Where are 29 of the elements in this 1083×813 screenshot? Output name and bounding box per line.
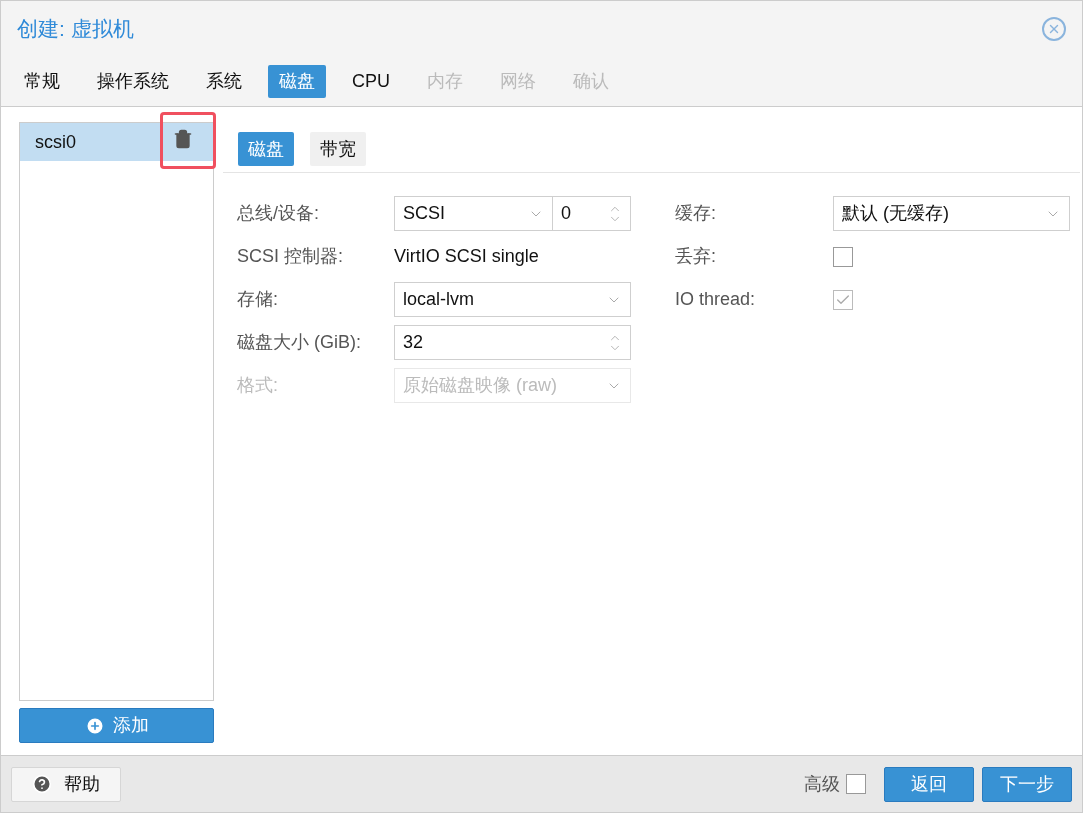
select-field[interactable]: 默认 (无缓存): [833, 196, 1070, 231]
field-label: IO thread:: [675, 288, 757, 311]
checkbox[interactable]: [833, 246, 853, 267]
field-label: SCSI 控制器:: [237, 245, 344, 268]
wizard-tab[interactable]: 系统: [195, 64, 253, 98]
field-label: 缓存:: [675, 202, 717, 225]
field-label: 总线/设备:: [237, 202, 320, 225]
advanced-checkbox[interactable]: [846, 774, 866, 794]
sub-tab[interactable]: 带宽: [310, 132, 366, 166]
wizard-tab[interactable]: CPU: [341, 64, 401, 98]
delete-icon[interactable]: [173, 129, 193, 149]
help-button[interactable]: 帮助: [11, 766, 121, 802]
bus-select[interactable]: SCSI: [394, 196, 553, 231]
field-label: 磁盘大小 (GiB):: [237, 331, 362, 354]
wizard-tab[interactable]: 操作系统: [86, 64, 180, 98]
device-number-field[interactable]: 0: [553, 196, 631, 231]
plus-icon: [84, 715, 105, 736]
field-label: 格式:: [237, 374, 279, 397]
advanced-label: 高级: [804, 772, 840, 796]
select-field[interactable]: local-lvm: [394, 282, 631, 317]
field-value: VirtIO SCSI single: [394, 245, 539, 268]
disk-list-item[interactable]: scsi0: [20, 123, 213, 161]
close-icon[interactable]: [1042, 16, 1066, 41]
window-title: 创建: 虚拟机: [17, 15, 134, 42]
field-label: 丢弃:: [675, 245, 717, 268]
field-label: 存储:: [237, 288, 279, 311]
help-icon: [32, 774, 52, 794]
wizard-tab[interactable]: 常规: [13, 64, 71, 98]
number-field[interactable]: 32: [394, 325, 631, 360]
